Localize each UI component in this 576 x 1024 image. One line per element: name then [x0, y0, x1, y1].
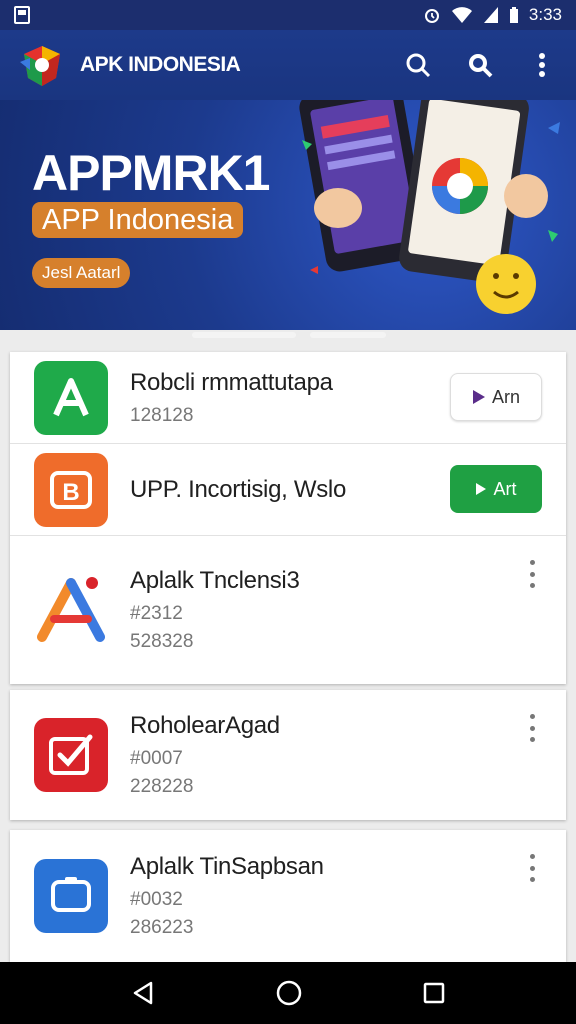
banner-subtitle: APP Indonesia — [32, 202, 244, 238]
install-button[interactable]: Art — [450, 465, 542, 513]
brand-title: APK INDONESIA — [80, 53, 241, 76]
apk-logo-icon[interactable] — [16, 40, 66, 90]
more-options-icon[interactable] — [528, 854, 536, 882]
tablet-icon — [34, 859, 108, 933]
open-button[interactable]: Arn — [450, 373, 542, 421]
app-list-card: Aplalk TinSapbsan #0032 286223 — [10, 830, 566, 962]
app-list-card: RoholearAgad #0007 228228 — [10, 690, 566, 820]
back-icon[interactable] — [130, 980, 156, 1006]
app-name: Aplalk Tnclensi3 — [130, 567, 300, 594]
list-item[interactable]: Robcli rmmattutapa 128128 Arn — [10, 352, 566, 444]
signal-icon — [483, 7, 498, 23]
alarm-icon — [424, 9, 439, 23]
home-icon[interactable] — [275, 979, 303, 1007]
promo-banner[interactable]: APPMRK1 APP Indonesia Jesl Aatarl — [0, 100, 576, 330]
app-meta-secondary: 228228 — [130, 776, 194, 797]
app-meta-secondary: 528328 — [130, 631, 194, 652]
checkbox-icon — [34, 718, 108, 792]
app-name: RoholearAgad — [130, 712, 280, 739]
play-icon — [476, 483, 487, 495]
banner-title: APPMRK1 — [32, 145, 270, 201]
phones-illustration — [299, 100, 560, 314]
app-meta: #0007 — [130, 748, 183, 769]
navigation-bar — [0, 962, 576, 1024]
status-bar: 3:33 — [0, 0, 576, 30]
status-time: 3:33 — [528, 5, 562, 24]
letter-a-icon — [34, 360, 108, 435]
install-button-label: Art — [493, 478, 517, 499]
more-options-icon[interactable] — [528, 714, 536, 742]
play-icon — [472, 390, 485, 404]
svg-text:B: B — [62, 479, 79, 506]
open-button-label: Arn — [491, 386, 520, 407]
wifi-icon — [451, 7, 472, 23]
sd-card-icon — [14, 6, 30, 24]
app-list-card: Robcli rmmattutapa 128128 Arn B UPP. Inc… — [10, 352, 566, 684]
app-meta-secondary: 286223 — [130, 917, 194, 938]
app-bar: APK INDONESIA — [0, 30, 576, 100]
more-options-icon[interactable] — [528, 560, 536, 588]
letter-b-icon: B — [34, 452, 108, 527]
search-alt-icon[interactable] — [460, 45, 500, 85]
battery-icon — [509, 7, 518, 23]
app-meta: #2312 — [130, 603, 183, 624]
app-meta: #0032 — [130, 889, 183, 910]
app-name: Aplalk TinSapbsan — [130, 853, 324, 880]
carousel-dot-2[interactable] — [310, 332, 386, 338]
search-icon[interactable] — [398, 45, 438, 85]
list-item[interactable]: Aplalk Tnclensi3 #2312 528328 — [10, 536, 566, 684]
list-item[interactable]: Aplalk TinSapbsan #0032 286223 — [10, 830, 566, 962]
more-options-icon[interactable] — [522, 45, 562, 85]
recents-icon[interactable] — [422, 981, 446, 1005]
triangle-a-icon — [34, 573, 108, 647]
banner-button[interactable]: Jesl Aatarl — [32, 258, 131, 288]
carousel-dot-1[interactable] — [192, 332, 296, 338]
list-item[interactable]: B UPP. Incortisig, Wslo Art — [10, 444, 566, 536]
list-item[interactable]: RoholearAgad #0007 228228 — [10, 690, 566, 820]
